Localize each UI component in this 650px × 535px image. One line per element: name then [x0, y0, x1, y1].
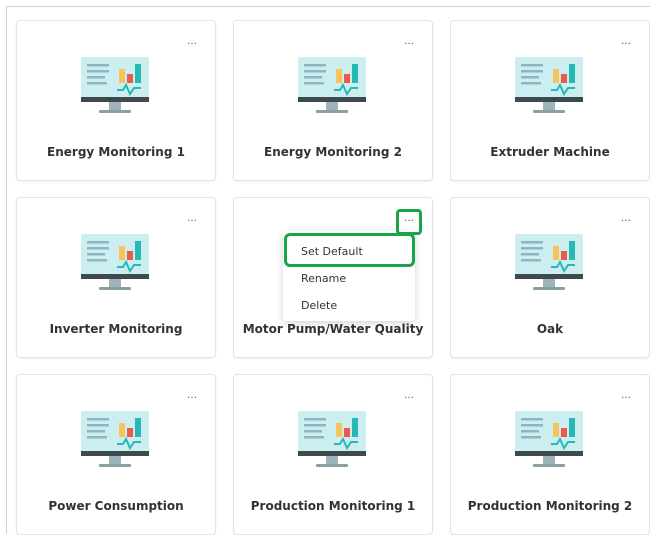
monitor-chart-icon [81, 234, 149, 290]
dashboard-card-production-monitoring-1[interactable]: … Production Monitoring 1 [233, 374, 433, 535]
dashboard-title: Motor Pump/Water Quality [242, 322, 424, 336]
more-options-icon[interactable]: … [621, 214, 631, 224]
dashboard-title: Extruder Machine [490, 145, 610, 159]
dashboard-title: Oak [536, 322, 564, 336]
dashboard-card-energy-monitoring-2[interactable]: … Energy Monitoring 2 [233, 20, 433, 181]
more-options-icon[interactable]: … [621, 391, 631, 401]
dashboard-title: Inverter Monitoring [49, 322, 183, 336]
monitor-chart-icon [515, 57, 583, 113]
dashboard-title: Energy Monitoring 2 [264, 145, 402, 159]
dashboard-title: Production Monitoring 1 [250, 499, 416, 513]
monitor-chart-icon [515, 234, 583, 290]
more-options-icon[interactable]: … [187, 214, 197, 224]
more-options-icon[interactable]: … [187, 37, 197, 47]
dashboard-card-inverter-monitoring[interactable]: … Inverter Monitoring [16, 197, 216, 358]
dashboard-title: Energy Monitoring 1 [47, 145, 185, 159]
monitor-chart-icon [298, 57, 366, 113]
monitor-chart-icon [298, 411, 366, 467]
more-options-icon[interactable]: … [404, 37, 414, 47]
monitor-chart-icon [515, 411, 583, 467]
menu-item-set-default[interactable]: Set Default [301, 245, 363, 258]
more-options-icon[interactable]: … [404, 391, 414, 401]
menu-item-delete[interactable]: Delete [301, 299, 337, 312]
dashboard-card-oak[interactable]: … Oak [450, 197, 650, 358]
monitor-chart-icon [81, 411, 149, 467]
monitor-chart-icon [81, 57, 149, 113]
menu-item-rename[interactable]: Rename [301, 272, 346, 285]
more-options-icon[interactable]: … [187, 391, 197, 401]
dashboard-title: Power Consumption [48, 499, 184, 513]
dashboard-title: Production Monitoring 2 [467, 499, 633, 513]
more-options-icon[interactable]: … [404, 214, 414, 224]
dashboard-card-power-consumption[interactable]: … Power Consumption [16, 374, 216, 535]
dashboard-card-extruder-machine[interactable]: … Extruder Machine [450, 20, 650, 181]
more-options-icon[interactable]: … [621, 37, 631, 47]
dashboard-card-energy-monitoring-1[interactable]: … Energy Monitoring 1 [16, 20, 216, 181]
context-menu: Set Default Rename Delete [283, 231, 415, 321]
dashboard-card-production-monitoring-2[interactable]: … Production Monitoring 2 [450, 374, 650, 535]
